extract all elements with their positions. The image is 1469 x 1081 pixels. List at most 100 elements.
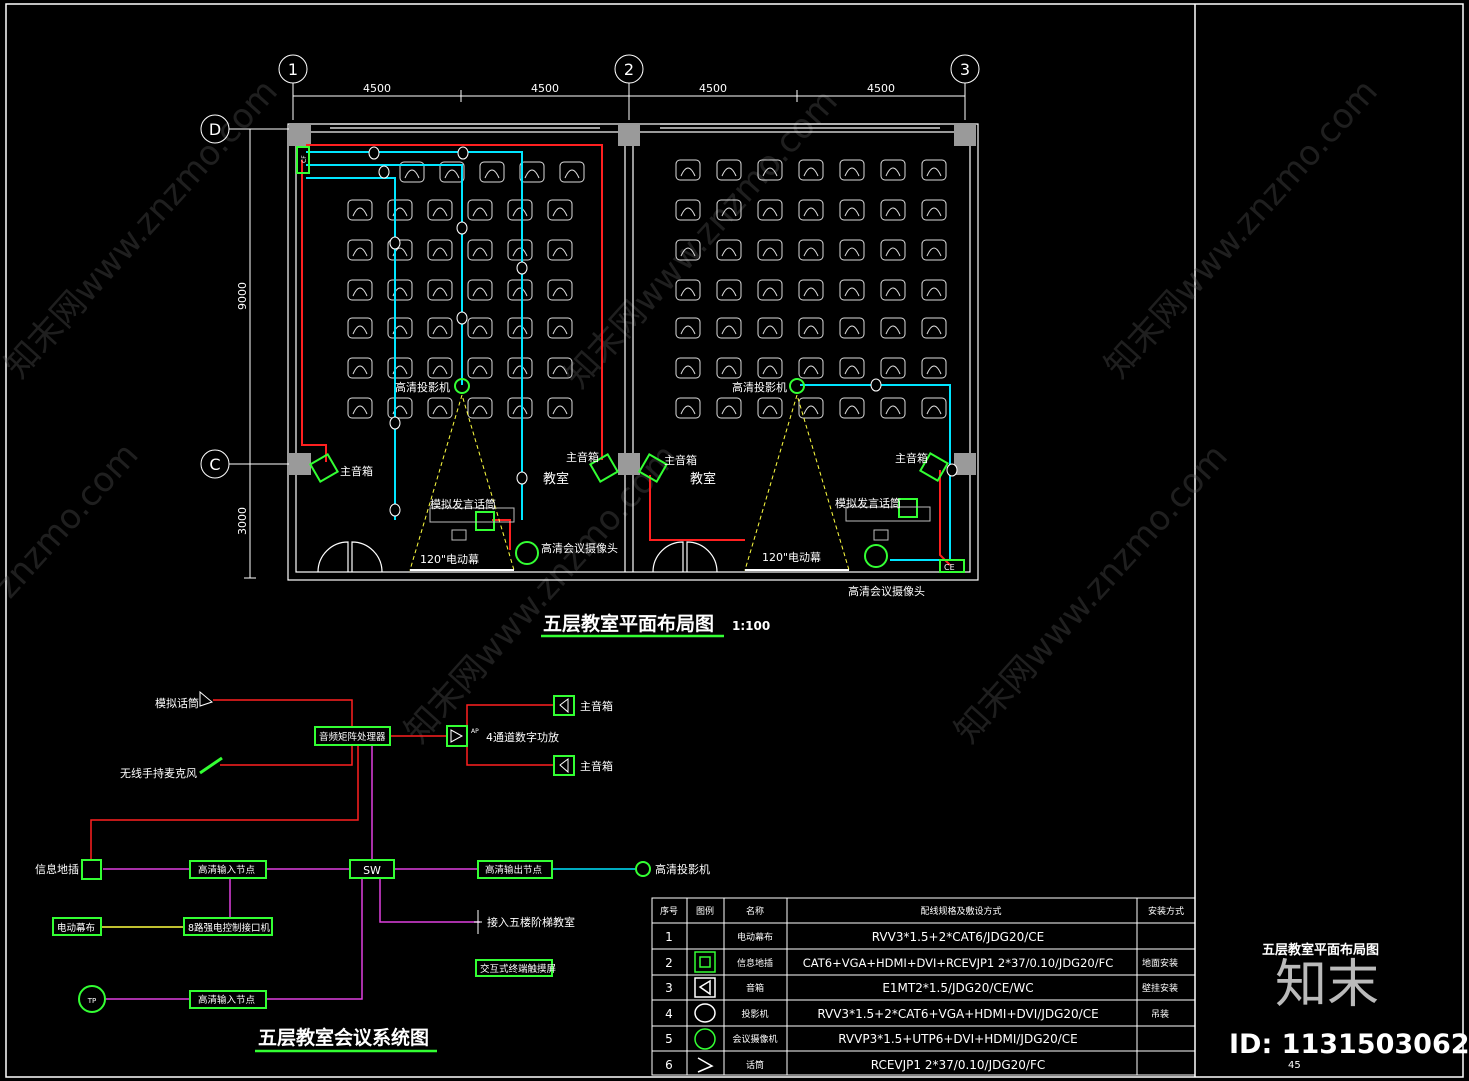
label-amp-tag: AP	[471, 728, 479, 735]
seat-icon	[427, 397, 453, 419]
label-camera: 高清会议摄像头	[541, 541, 618, 555]
watermark-group: 知末网www.znzmo.com 知末网www.znzmo.com 知末网www…	[0, 72, 1386, 751]
seat-icon	[839, 317, 865, 339]
seat-icon	[387, 317, 413, 339]
system-diagram-title: 五层教室会议系统图	[258, 1026, 429, 1049]
legend-cell-spec: RVVP3*1.5+UTP6+DVI+HDMI/JDG20/CE	[838, 1032, 1078, 1046]
seat-icon	[839, 239, 865, 261]
seat-icon	[675, 357, 701, 379]
seat-icon	[427, 357, 453, 379]
projector-icon	[635, 861, 651, 877]
legend-cell-spec: E1MT2*1.5/JDG20/CE/WC	[882, 981, 1033, 995]
seat-icon	[467, 317, 493, 339]
seat-icon	[427, 279, 453, 301]
legend-header: 序号 图例 名称 配线规格及敷设方式 安装方式	[660, 905, 1184, 917]
cyan-cable	[306, 151, 523, 520]
seat-icon	[387, 357, 413, 379]
seat-icon	[757, 279, 783, 301]
label-access: 接入五楼阶梯教室	[487, 915, 575, 929]
seat-icon	[467, 397, 493, 419]
speaker-icon	[553, 755, 575, 776]
legend-cell-name: 电动幕布	[737, 931, 773, 943]
red-cable	[306, 144, 603, 460]
camera-icon	[515, 541, 539, 565]
legend-cell-spec: CAT6+VGA+HDMI+DVI+RCEVJP1 2*37/0.10/JDG2…	[803, 956, 1114, 970]
label-touch-panel: 交互式终端触摸屏	[480, 963, 556, 975]
legend-cell-spec: RCEVJP1 2*37/0.10/JDG20/FC	[871, 1058, 1046, 1072]
seat-icon	[880, 159, 906, 181]
label-projector: 高清投影机	[655, 862, 710, 876]
cyan-cable	[890, 559, 941, 568]
seat-icon	[798, 239, 824, 261]
seat-icon	[347, 317, 373, 339]
id-label: ID: 1131503062	[1229, 1029, 1469, 1060]
label-speaker: 主音箱	[580, 759, 613, 773]
legend-cell-no: 5	[665, 1032, 673, 1046]
floor-plan-scale: 1:100	[732, 619, 770, 633]
label-speaker: 主音箱	[895, 451, 928, 465]
label-screen: 电动幕布	[57, 922, 95, 934]
seat-icon	[347, 357, 373, 379]
legend-header-cell: 序号	[660, 905, 678, 917]
seat-icon	[757, 357, 783, 379]
dim-text: 4500	[867, 82, 895, 95]
brand-logo: 知末	[1275, 955, 1379, 1015]
legend-cell-spec: RVV3*1.5+2*CAT6/JDG20/CE	[872, 930, 1045, 944]
seat-icon	[507, 397, 533, 419]
label-floor-box: 信息地插	[35, 862, 79, 876]
axis-label-C: C	[209, 455, 220, 474]
label-camera-tag: TP	[87, 997, 97, 1005]
legend-cell-no: 3	[665, 981, 673, 995]
seat-icon	[921, 279, 947, 301]
floor-box-icon	[475, 511, 495, 531]
legend-cell-spec: RVV3*1.5+2*CAT6+VGA+HDMI+DVI/JDG20/CE	[817, 1007, 1098, 1021]
legend-header-cell: 配线规格及敷设方式	[920, 905, 1001, 917]
legend-cell-no: 4	[665, 1007, 673, 1021]
seat-icon	[798, 357, 824, 379]
label-classroom: 教室	[690, 471, 716, 487]
seat-icon	[921, 357, 947, 379]
seat-icon	[839, 357, 865, 379]
seat-icon	[675, 317, 701, 339]
seat-icon	[507, 279, 533, 301]
seat-icon	[467, 239, 493, 261]
label-mic: 模拟发言话筒	[835, 496, 901, 510]
label-hd-input: 高清输入节点	[198, 994, 256, 1006]
seat-icon	[757, 199, 783, 221]
label-projector: 高清投影机	[395, 380, 450, 394]
legend-icons	[694, 951, 716, 1073]
watermark-text: 知末网www.znzmo.com	[1097, 72, 1386, 386]
seat-icon	[519, 161, 545, 183]
watermark-text: 知末网www.znzmo.com	[557, 82, 846, 396]
label-projector: 高清投影机	[732, 380, 787, 394]
legend-cell-install: 壁挂安装	[1142, 982, 1178, 994]
seat-icon	[921, 159, 947, 181]
label-wireless-mic: 无线手持麦克风	[120, 766, 197, 780]
axis-label-D: D	[209, 120, 221, 139]
camera-icon	[864, 544, 888, 568]
legend-cell-name: 话筒	[746, 1059, 764, 1071]
legend-cell-no: 1	[665, 930, 673, 944]
label-cf: CF	[301, 155, 308, 163]
seat-icon	[547, 279, 573, 301]
label-speaker: 主音箱	[580, 699, 613, 713]
legend-header-cell: 名称	[746, 905, 764, 917]
seat-icon	[839, 199, 865, 221]
legend-header-cell: 图例	[696, 905, 714, 917]
seat-icon	[757, 317, 783, 339]
floor-box-icon	[81, 859, 102, 880]
legend-cell-name: 音箱	[746, 982, 764, 994]
axis-label-2: 2	[624, 60, 634, 79]
seat-icon	[559, 161, 585, 183]
seat-icon	[507, 357, 533, 379]
cad-drawing-canvas: 知末网www.znzmo.com 知末网www.znzmo.com 知末网www…	[0, 3, 1469, 1078]
floor-box-icon	[898, 498, 918, 518]
amp-icon	[446, 725, 468, 747]
seat-icon	[798, 199, 824, 221]
seat-icon	[547, 239, 573, 261]
watermark-text: znzmo.com	[0, 435, 146, 606]
label-relay: 8路强电控制接口机	[188, 922, 271, 934]
watermark-text: 知末网www.znzmo.com	[397, 437, 686, 751]
seat-icon	[921, 397, 947, 419]
seat-icon	[675, 397, 701, 419]
